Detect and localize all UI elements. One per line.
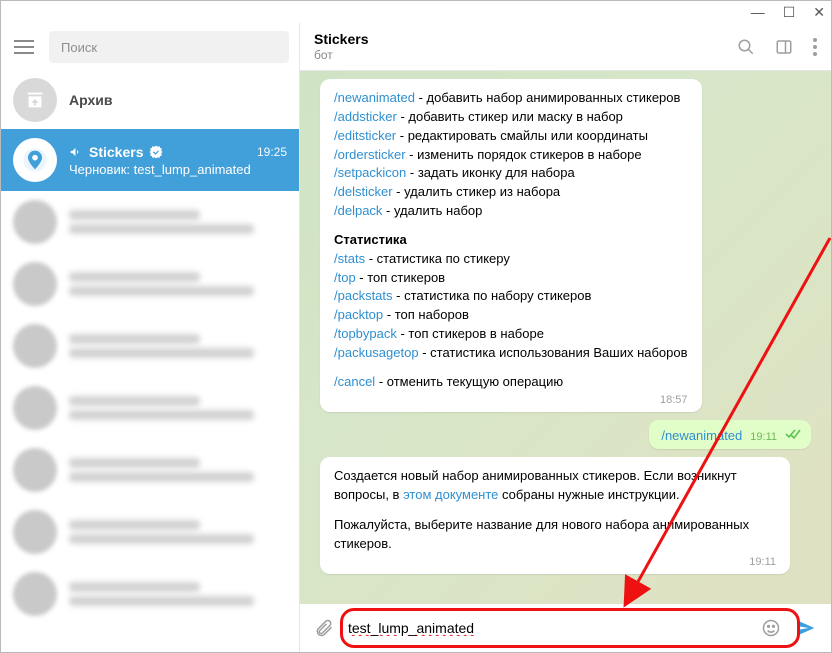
bot-command[interactable]: /cancel xyxy=(334,374,375,389)
window-maximize[interactable]: ☐ xyxy=(783,4,796,21)
chat-pane: Stickers бот /newanimated - добавить наб… xyxy=(300,23,831,652)
megaphone-icon xyxy=(69,145,83,159)
search-placeholder: Поиск xyxy=(61,40,97,55)
verified-icon xyxy=(149,145,163,159)
message-input[interactable] xyxy=(348,620,747,636)
search-icon[interactable] xyxy=(737,38,755,56)
message-time: 18:57 xyxy=(334,394,688,406)
chat-item-blurred[interactable]: 📌 xyxy=(1,191,299,253)
window-close[interactable]: ✕ xyxy=(813,4,825,21)
bot-command[interactable]: /setpackicon xyxy=(334,165,406,180)
bot-command[interactable]: /stats xyxy=(334,251,365,266)
bot-command[interactable]: /packusagetop xyxy=(334,345,419,360)
archive-icon xyxy=(13,78,57,122)
bot-command[interactable]: /top xyxy=(334,270,356,285)
chat-time: 19:25 xyxy=(257,145,287,159)
chat-item-blurred[interactable] xyxy=(1,253,299,315)
window-minimize[interactable]: — xyxy=(751,4,765,20)
composer xyxy=(300,604,831,652)
draft-prefix: Черновик: xyxy=(69,162,130,177)
menu-icon xyxy=(14,40,34,54)
chat-item-blurred[interactable] xyxy=(1,563,299,625)
chat-item-blurred[interactable] xyxy=(1,315,299,377)
chat-item-stickers[interactable]: Stickers 19:25 Черновик: test_lump_anima… xyxy=(1,129,299,191)
chat-item-blurred[interactable] xyxy=(1,439,299,501)
send-button[interactable] xyxy=(795,617,817,639)
chat-header: Stickers бот xyxy=(300,23,831,71)
menu-button[interactable] xyxy=(7,30,41,64)
message-bot-reply: Создается новый набор анимированных стик… xyxy=(320,457,790,574)
bot-command[interactable]: /newanimated xyxy=(334,90,415,105)
chat-avatar xyxy=(13,138,57,182)
draft-text: test_lump_animated xyxy=(134,162,251,177)
more-icon[interactable] xyxy=(813,38,817,56)
bot-command[interactable]: /addsticker xyxy=(334,109,397,124)
bot-command[interactable]: /packtop xyxy=(334,307,383,322)
sent-command: /newanimated xyxy=(661,428,742,443)
read-ticks-icon xyxy=(785,428,801,443)
chat-item-blurred[interactable] xyxy=(1,501,299,563)
bot-command[interactable]: /editsticker xyxy=(334,128,396,143)
chat-item-blurred[interactable] xyxy=(1,377,299,439)
app-window: — ☐ ✕ Поиск Архив xyxy=(0,0,832,653)
chat-name: Stickers xyxy=(89,144,143,160)
sidebar: Поиск Архив Stickers 19:2 xyxy=(1,23,300,652)
bot-command[interactable]: /ordersticker xyxy=(334,147,406,162)
stats-header: Статистика xyxy=(334,231,688,250)
bot-command[interactable]: /delpack xyxy=(334,203,382,218)
archive-label: Архив xyxy=(69,92,112,108)
search-input[interactable]: Поиск xyxy=(49,31,289,63)
emoji-icon[interactable] xyxy=(761,618,781,638)
bot-command[interactable]: /delsticker xyxy=(334,184,393,199)
bot-command[interactable]: /packstats xyxy=(334,288,393,303)
bot-command[interactable]: /topbypack xyxy=(334,326,397,341)
chat-subtitle: бот xyxy=(314,48,368,62)
message-outgoing: /newanimated 19:11 xyxy=(649,420,811,449)
window-titlebar: — ☐ ✕ xyxy=(1,1,831,23)
archive-row[interactable]: Архив xyxy=(1,71,299,129)
attach-icon[interactable] xyxy=(314,618,334,638)
message-bot-help: /newanimated - добавить набор анимирован… xyxy=(320,79,702,412)
sidepanel-icon[interactable] xyxy=(775,38,793,56)
message-list[interactable]: /newanimated - добавить набор анимирован… xyxy=(300,71,831,604)
message-time: 19:11 xyxy=(334,556,776,568)
message-time: 19:11 xyxy=(750,431,777,443)
chat-title[interactable]: Stickers xyxy=(314,31,368,47)
doc-link[interactable]: этом документе xyxy=(403,487,498,502)
